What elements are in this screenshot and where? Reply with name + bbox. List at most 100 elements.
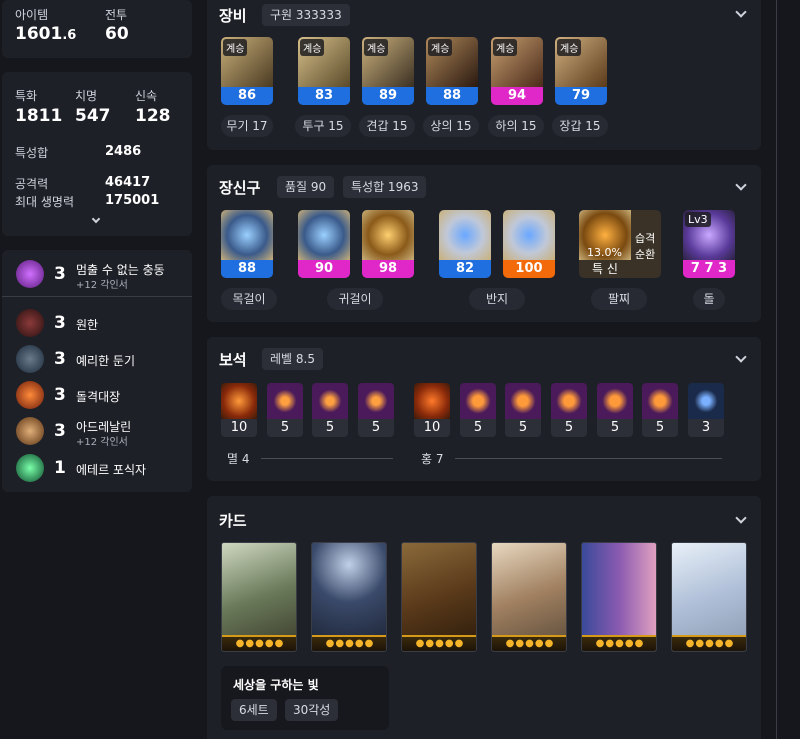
accessory-earring-2[interactable]: 98 — [362, 210, 414, 278]
accessory-ring-2[interactable]: 100 — [503, 210, 555, 278]
accessory-necklace[interactable]: 88 — [221, 210, 273, 278]
collapse-cards-chevron-icon[interactable] — [735, 512, 747, 524]
equipment-item-pants[interactable]: 계승 94 — [491, 37, 543, 105]
gem-level: 5 — [312, 419, 348, 437]
card-awakening-stars: ●●●●● — [222, 635, 296, 651]
engraving-level: 1 — [54, 458, 66, 478]
equipment-label: 상의 15 — [423, 115, 479, 137]
gem-level: 3 — [688, 419, 724, 437]
gem-slot[interactable]: 5 — [551, 383, 587, 437]
accessory-ring-1[interactable]: 82 — [439, 210, 491, 278]
gem-icon — [688, 383, 724, 419]
engraving-item[interactable]: 3 멈출 수 없는 충동 +12 각인서 — [16, 258, 186, 291]
expand-stats-chevron-icon[interactable] — [91, 214, 101, 224]
engraving-item[interactable]: 3 돌격대장 — [16, 379, 186, 411]
gem-slot[interactable]: 5 — [460, 383, 496, 437]
equipment-item-helmet[interactable]: 계승 83 — [298, 37, 350, 105]
gem-slot[interactable]: 10 — [414, 383, 450, 437]
equipment-item-weapon[interactable]: 계승 86 — [221, 37, 273, 105]
gem-slot[interactable]: 5 — [642, 383, 678, 437]
bracelet-bar: 특 신 — [579, 260, 631, 278]
equipment-item-chest[interactable]: 계승 88 — [426, 37, 478, 105]
collapse-accessories-chevron-icon[interactable] — [735, 179, 747, 191]
card-slot[interactable]: ●●●●● — [671, 542, 747, 652]
gem-level: 5 — [597, 419, 633, 437]
equipment-item-gloves[interactable]: 계승 79 — [555, 37, 607, 105]
item-level-label: 아이템 — [15, 8, 49, 22]
gem-slot[interactable]: 10 — [221, 383, 257, 437]
collapse-gems-chevron-icon[interactable] — [735, 351, 747, 363]
quality-bar: 88 — [426, 87, 478, 105]
gems-panel: 보석 레벨 8.5 10 5 5 5 10 5 5 5 5 5 3 멸 4 홍 … — [207, 337, 761, 481]
inherit-tag: 계승 — [300, 39, 325, 56]
accessory-earring-1[interactable]: 90 — [298, 210, 350, 278]
gem-slot[interactable]: 3 — [688, 383, 724, 437]
equipment-item-shoulder[interactable]: 계승 89 — [362, 37, 414, 105]
equipment-label: 견갑 15 — [359, 115, 415, 137]
ability-stone[interactable]: Lv3 7 7 3 — [683, 210, 735, 278]
engraving-item[interactable]: 3 아드레날린 +12 각인서 — [16, 415, 186, 448]
card-awakening-stars: ●●●●● — [402, 635, 476, 651]
engraving-level: 3 — [54, 421, 66, 441]
collapse-equipment-chevron-icon[interactable] — [735, 6, 747, 18]
necklace-icon — [221, 210, 273, 260]
crit-value: 547 — [75, 106, 111, 126]
accessory-bracelet[interactable]: 13.0% 특 신 습격 순환 — [579, 210, 661, 278]
quality-bar: 83 — [298, 87, 350, 105]
engraving-item[interactable]: 1 에테르 포식자 — [16, 452, 186, 484]
gem-slot[interactable]: 5 — [312, 383, 348, 437]
gem-level: 5 — [551, 419, 587, 437]
engraving-divider — [2, 296, 192, 297]
earring-icon — [298, 210, 350, 260]
quality-bar: 90 — [298, 260, 350, 278]
engravings-panel: 3 멈출 수 없는 충동 +12 각인서 3 원한 3 예리한 둔기 3 돌격대… — [2, 250, 192, 492]
item-level-int: 1601 — [15, 24, 63, 44]
inherit-tag: 계승 — [493, 39, 518, 56]
gem-slot[interactable]: 5 — [267, 383, 303, 437]
hp-label: 최대 생명력 — [15, 195, 75, 209]
gem-slot[interactable]: 5 — [505, 383, 541, 437]
bracelet-pct: 13.0% — [587, 246, 622, 259]
atk-value: 46417 — [105, 175, 151, 190]
equipment-label: 하의 15 — [488, 115, 544, 137]
engraving-item[interactable]: 3 원한 — [16, 307, 186, 339]
card-set-awaken-chip: 30각성 — [285, 699, 339, 721]
gem-slot[interactable]: 5 — [597, 383, 633, 437]
card-awakening-stars: ●●●●● — [672, 635, 746, 651]
swift-label: 신속 — [135, 89, 158, 103]
card-slot[interactable]: ●●●●● — [581, 542, 657, 652]
equipment-set-chip: 구원 333333 — [262, 4, 350, 26]
equipment-panel: 장비 구원 333333 계승 86 계승 83 계승 89 계승 88 계승 … — [207, 0, 761, 150]
page-scrollbar[interactable] — [776, 0, 777, 739]
accessory-stat-chip: 특성합 1963 — [343, 176, 427, 198]
quality-bar: 89 — [362, 87, 414, 105]
card-slot[interactable]: ●●●●● — [221, 542, 297, 652]
gem-slot[interactable]: 5 — [358, 383, 394, 437]
earring-icon — [362, 210, 414, 260]
item-level-value: 1601.6 — [15, 24, 76, 44]
bracelet-effect-1: 습격 — [635, 232, 656, 245]
total-label: 특성합 — [15, 146, 49, 160]
engraving-item[interactable]: 3 예리한 둔기 — [16, 343, 186, 375]
accessory-quality-chip: 품질 90 — [277, 176, 335, 198]
gem-level: 10 — [221, 419, 257, 437]
gem-icon — [221, 383, 257, 419]
gem-level: 5 — [358, 419, 394, 437]
quality-bar: 98 — [362, 260, 414, 278]
gem-level: 10 — [414, 419, 450, 437]
gem-icon — [505, 383, 541, 419]
engraving-icon — [16, 381, 44, 409]
gems-title: 보석 — [219, 351, 247, 369]
gem-icon — [267, 383, 303, 419]
card-slot[interactable]: ●●●●● — [491, 542, 567, 652]
engraving-icon — [16, 417, 44, 445]
gem-level: 5 — [267, 419, 303, 437]
inherit-tag: 계승 — [428, 39, 453, 56]
stone-engrave-bar: 7 7 3 — [683, 260, 735, 278]
gem-group-line-left — [261, 458, 393, 459]
card-slot[interactable]: ●●●●● — [401, 542, 477, 652]
equipment-title: 장비 — [219, 7, 247, 25]
gem-group-label-left: 멸 4 — [227, 452, 250, 466]
card-awakening-stars: ●●●●● — [582, 635, 656, 651]
card-slot[interactable]: ●●●●● — [311, 542, 387, 652]
